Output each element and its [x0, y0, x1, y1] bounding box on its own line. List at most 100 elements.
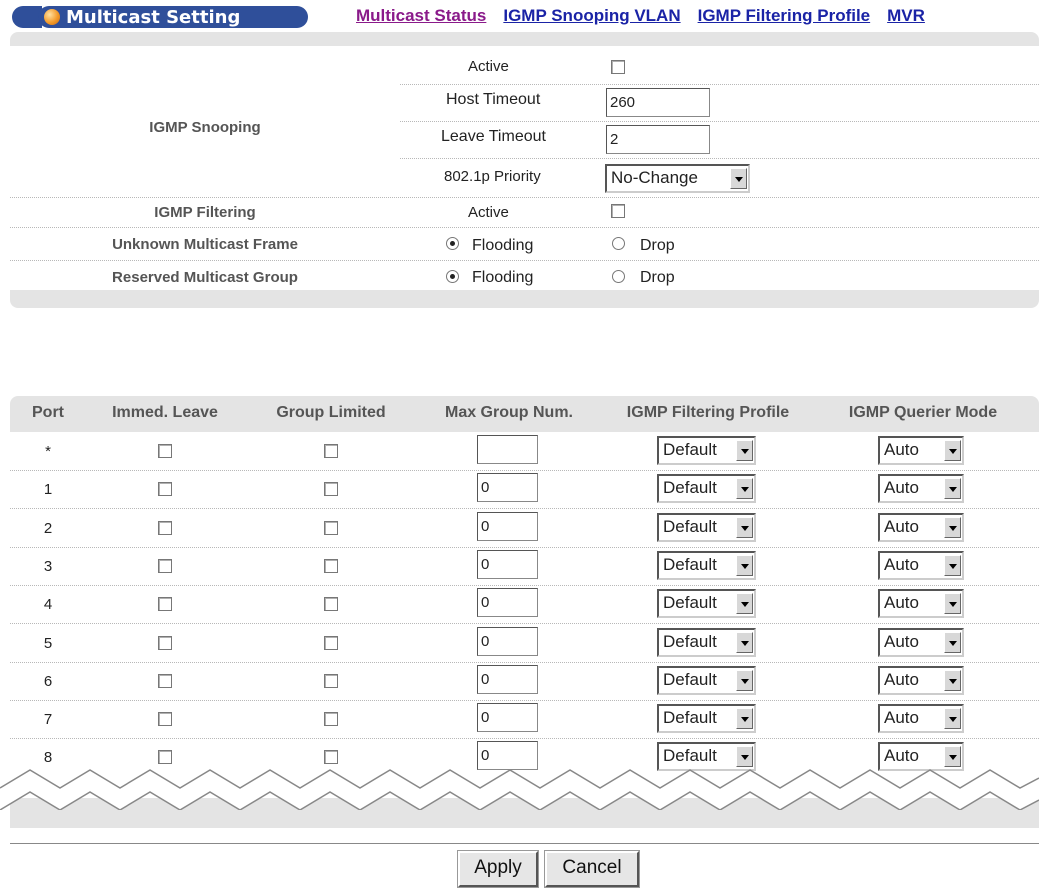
reserved-multicast-label: Reserved Multicast Group	[112, 269, 298, 286]
max-group-num-input[interactable]	[477, 627, 538, 656]
immed-leave-checkbox[interactable]	[158, 674, 172, 688]
immed-leave-checkbox[interactable]	[158, 521, 172, 535]
filtering-profile-select[interactable]: Default	[657, 628, 756, 657]
chevron-down-icon[interactable]	[730, 168, 747, 189]
max-group-num-input[interactable]	[477, 588, 538, 617]
max-group-num-input[interactable]	[477, 473, 538, 502]
chevron-down-icon[interactable]	[944, 555, 961, 576]
unknown-flooding-radio[interactable]	[446, 237, 459, 250]
max-group-num-input[interactable]	[477, 703, 538, 732]
divider	[10, 623, 1039, 624]
group-limited-checkbox[interactable]	[324, 674, 338, 688]
col-group-limited: Group Limited	[276, 404, 386, 421]
priority-select[interactable]: No-Change	[605, 164, 750, 193]
group-limited-checkbox[interactable]	[324, 521, 338, 535]
leave-timeout-input[interactable]	[606, 125, 710, 154]
port-cell: 1	[43, 481, 53, 498]
max-group-num-input[interactable]	[477, 512, 538, 541]
nav-link-igmp-snooping-vlan[interactable]: IGMP Snooping VLAN	[503, 6, 680, 26]
max-group-num-input[interactable]	[477, 665, 538, 694]
max-group-num-input[interactable]	[477, 435, 538, 464]
port-cell: 6	[43, 673, 53, 690]
chevron-down-icon[interactable]	[944, 440, 961, 461]
title-bar: Multicast Setting	[38, 6, 308, 28]
querier-mode-select[interactable]: Auto	[878, 513, 964, 542]
group-limited-checkbox[interactable]	[324, 559, 338, 573]
chevron-down-icon[interactable]	[736, 517, 753, 538]
chevron-down-icon[interactable]	[736, 708, 753, 729]
filtering-profile-select[interactable]: Default	[657, 666, 756, 695]
group-limited-checkbox[interactable]	[324, 597, 338, 611]
querier-mode-value: Auto	[884, 517, 919, 536]
chevron-down-icon[interactable]	[736, 440, 753, 461]
col-filtering-profile: IGMP Filtering Profile	[626, 404, 790, 421]
unknown-flooding-label: Flooding	[472, 237, 534, 254]
immed-leave-checkbox[interactable]	[158, 482, 172, 496]
filtering-profile-select[interactable]: Default	[657, 474, 756, 503]
cancel-button[interactable]: Cancel	[544, 850, 640, 888]
apply-button[interactable]: Apply	[457, 850, 539, 888]
immed-leave-checkbox[interactable]	[158, 636, 172, 650]
chevron-down-icon[interactable]	[736, 593, 753, 614]
chevron-down-icon[interactable]	[944, 708, 961, 729]
host-timeout-label: Host Timeout	[446, 91, 541, 108]
igmp-filtering-active-checkbox[interactable]	[611, 204, 625, 218]
filtering-profile-select[interactable]: Default	[657, 551, 756, 580]
querier-mode-value: Auto	[884, 632, 919, 651]
querier-mode-select[interactable]: Auto	[878, 589, 964, 618]
immed-leave-checkbox[interactable]	[158, 559, 172, 573]
group-limited-checkbox[interactable]	[324, 712, 338, 726]
group-limited-checkbox[interactable]	[324, 444, 338, 458]
active-label: Active	[468, 58, 509, 75]
group-limited-checkbox[interactable]	[324, 636, 338, 650]
immed-leave-checkbox[interactable]	[158, 444, 172, 458]
chevron-down-icon[interactable]	[944, 632, 961, 653]
filtering-profile-select[interactable]: Default	[657, 436, 756, 465]
port-cell: 2	[43, 520, 53, 537]
filtering-profile-value: Default	[663, 670, 717, 689]
querier-mode-select[interactable]: Auto	[878, 474, 964, 503]
nav-link-igmp-filtering-profile[interactable]: IGMP Filtering Profile	[698, 6, 871, 26]
querier-mode-value: Auto	[884, 670, 919, 689]
reserved-drop-label: Drop	[640, 269, 675, 286]
querier-mode-select[interactable]: Auto	[878, 666, 964, 695]
chevron-down-icon[interactable]	[944, 670, 961, 691]
igmp-snooping-label: IGMP Snooping	[149, 119, 261, 136]
group-limited-checkbox[interactable]	[324, 482, 338, 496]
unknown-drop-radio[interactable]	[612, 237, 625, 250]
filtering-profile-value: Default	[663, 478, 717, 497]
chevron-down-icon[interactable]	[944, 746, 961, 767]
host-timeout-input[interactable]	[606, 88, 710, 117]
chevron-down-icon[interactable]	[736, 746, 753, 767]
filtering-profile-value: Default	[663, 632, 717, 651]
querier-mode-select[interactable]: Auto	[878, 628, 964, 657]
unknown-multicast-label: Unknown Multicast Frame	[112, 236, 298, 253]
querier-mode-select[interactable]: Auto	[878, 551, 964, 580]
querier-mode-select[interactable]: Auto	[878, 436, 964, 465]
chevron-down-icon[interactable]	[736, 478, 753, 499]
immed-leave-checkbox[interactable]	[158, 597, 172, 611]
immed-leave-checkbox[interactable]	[158, 712, 172, 726]
reserved-flooding-radio[interactable]	[446, 270, 459, 283]
igmp-snooping-active-checkbox[interactable]	[611, 60, 625, 74]
group-limited-checkbox[interactable]	[324, 750, 338, 764]
nav-link-multicast-status[interactable]: Multicast Status	[356, 6, 486, 26]
filtering-profile-value: Default	[663, 746, 717, 765]
filtering-profile-select[interactable]: Default	[657, 589, 756, 618]
chevron-down-icon[interactable]	[944, 593, 961, 614]
settings-panel-bottom	[10, 290, 1039, 308]
chevron-down-icon[interactable]	[736, 632, 753, 653]
chevron-down-icon[interactable]	[944, 478, 961, 499]
querier-mode-select[interactable]: Auto	[878, 704, 964, 733]
filtering-profile-select[interactable]: Default	[657, 704, 756, 733]
filtering-profile-select[interactable]: Default	[657, 513, 756, 542]
divider	[10, 260, 1039, 261]
chevron-down-icon[interactable]	[944, 517, 961, 538]
chevron-down-icon[interactable]	[736, 670, 753, 691]
nav-link-mvr[interactable]: MVR	[887, 6, 925, 26]
page-title: Multicast Setting	[66, 7, 241, 28]
max-group-num-input[interactable]	[477, 550, 538, 579]
chevron-down-icon[interactable]	[736, 555, 753, 576]
reserved-drop-radio[interactable]	[612, 270, 625, 283]
immed-leave-checkbox[interactable]	[158, 750, 172, 764]
